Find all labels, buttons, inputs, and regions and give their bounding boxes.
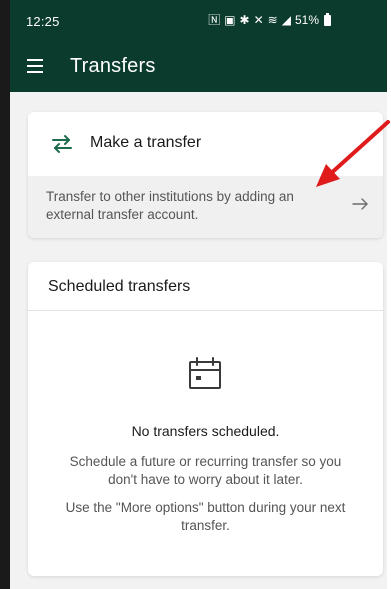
- bluetooth-icon: ✱: [239, 13, 250, 27]
- external-transfer-description: Transfer to other institutions by adding…: [46, 189, 294, 222]
- signal-icon: ◢: [281, 13, 291, 27]
- scheduled-transfers-card: Scheduled transfers No transfers schedul…: [28, 262, 383, 576]
- battery-percent: 51%: [294, 13, 319, 27]
- device-frame: 12:25 🄽 ▣ ✱ ✕ ≋ ◢ 51% Transfers Make a t…: [0, 0, 391, 589]
- mute-icon: ✕: [253, 13, 264, 27]
- page-title: Transfers: [70, 55, 156, 77]
- battery-icon: [324, 12, 331, 26]
- arrow-right-icon: [352, 198, 368, 210]
- make-transfer-button[interactable]: Make a transfer: [28, 112, 383, 176]
- make-transfer-card: Make a transfer Transfer to other instit…: [28, 112, 383, 238]
- nfc-icon: 🄽: [208, 13, 221, 27]
- status-time: 12:25: [26, 14, 60, 29]
- empty-state-title: No transfers scheduled.: [131, 423, 280, 439]
- add-external-account-link[interactable]: Transfer to other institutions by adding…: [28, 176, 383, 238]
- wifi-icon: ≋: [267, 13, 278, 27]
- calendar-icon: [189, 357, 221, 389]
- scheduled-transfers-title: Scheduled transfers: [48, 278, 191, 295]
- divider: [28, 310, 383, 311]
- swap-arrows-icon: [52, 135, 72, 153]
- app-bar: Transfers: [10, 42, 387, 92]
- make-transfer-label: Make a transfer: [90, 134, 202, 151]
- status-icons: 🄽 ▣ ✱ ✕ ≋ ◢ 51%: [208, 12, 331, 27]
- hamburger-menu-icon[interactable]: [27, 59, 43, 73]
- empty-state-description: Schedule a future or recurring transfer …: [69, 454, 342, 487]
- empty-state-hint: Use the "More options" button during you…: [65, 500, 346, 533]
- vibrate-icon: ▣: [224, 13, 236, 27]
- screenshot-margin: [387, 0, 391, 589]
- phone-screen: 12:25 🄽 ▣ ✱ ✕ ≋ ◢ 51% Transfers Make a t…: [10, 0, 387, 589]
- status-bar: 12:25 🄽 ▣ ✱ ✕ ≋ ◢ 51%: [10, 0, 387, 42]
